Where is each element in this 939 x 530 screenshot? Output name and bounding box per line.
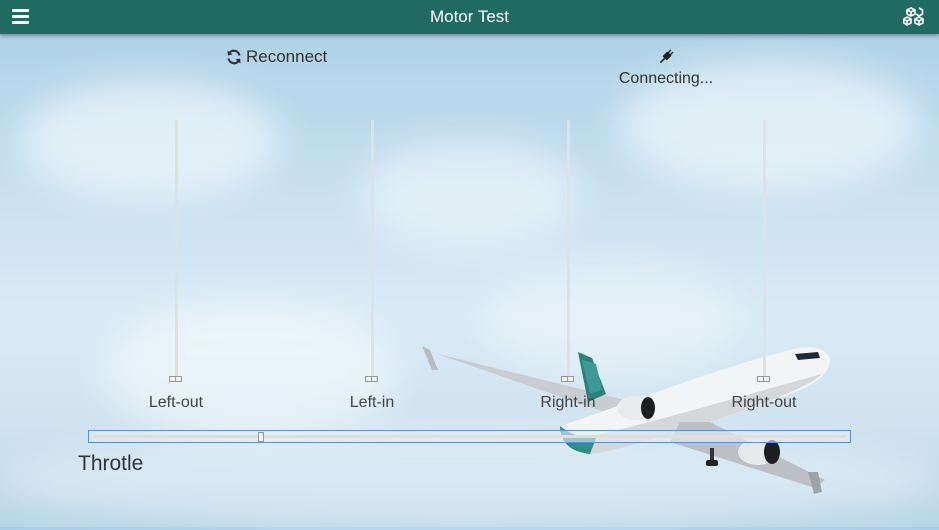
slider-track[interactable] [763, 120, 766, 382]
slider-handle[interactable] [561, 376, 574, 382]
refresh-icon [227, 49, 241, 65]
motor-label-left-out: Left-out [148, 394, 204, 411]
throttle-handle[interactable] [258, 432, 265, 442]
slider-track[interactable] [567, 120, 570, 382]
cloud-decoration [360, 140, 580, 250]
motor-label-right-out: Right-out [731, 394, 797, 411]
page-title: Motor Test [429, 7, 510, 26]
app-bar: Motor Test [0, 0, 939, 34]
cloud-decoration [100, 300, 400, 440]
hamburger-menu-icon[interactable] [12, 9, 29, 24]
reconnect-button[interactable]: Reconnect [226, 47, 327, 67]
reconnect-label: Reconnect [246, 47, 328, 66]
throttle-slider[interactable] [88, 430, 851, 443]
slider-handle[interactable] [169, 376, 182, 382]
slider-handle[interactable] [757, 376, 770, 382]
slider-track[interactable] [371, 120, 374, 382]
motor-label-left-in: Left-in [349, 394, 395, 411]
cubes-icon[interactable] [903, 6, 927, 28]
motor-label-right-in: Right-in [540, 394, 596, 411]
slider-track[interactable] [175, 120, 178, 382]
slider-handle[interactable] [365, 376, 378, 382]
airplane-image [420, 346, 830, 494]
plug-icon [659, 49, 674, 64]
status-text: Connecting... [618, 70, 714, 87]
throttle-label: Throtle [78, 452, 144, 475]
slider-track [93, 435, 846, 438]
cloud-decoration [20, 80, 280, 200]
connection-status: Connecting... [612, 48, 720, 88]
